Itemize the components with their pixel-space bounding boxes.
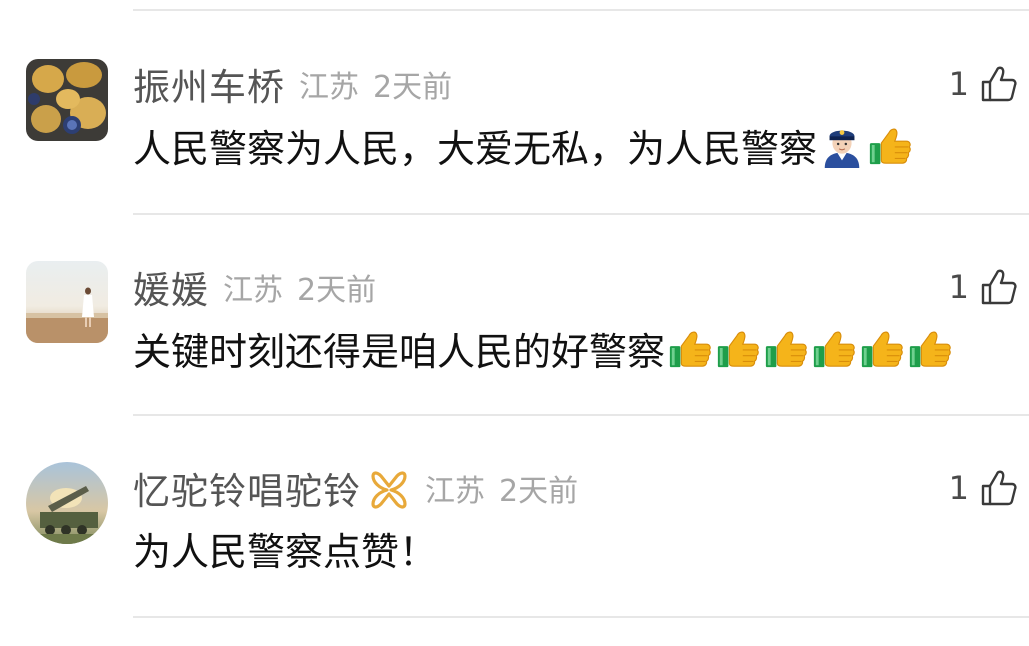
timestamp: 2天前 <box>373 70 453 105</box>
thumbs-up-outline-icon[interactable] <box>979 468 1019 508</box>
thumbs-up-emoji-icon <box>667 325 713 371</box>
location-label: 江苏 <box>223 273 283 308</box>
thumbs-up-emoji-icon <box>763 325 809 371</box>
username[interactable]: 忆驼铃唱驼铃 <box>133 461 361 515</box>
location-label: 江苏 <box>299 70 359 105</box>
thumbs-up-emoji-icon <box>907 325 953 371</box>
like-button[interactable]: 1 <box>949 464 1019 512</box>
comment-meta: 忆驼铃唱驼铃 江苏 2天前 <box>133 461 579 515</box>
like-count: 1 <box>948 65 969 103</box>
comment-list: 振州车桥 江苏 2天前 1 人民警察为人民，大爱无私，为人民警察 媛媛 江苏 2… <box>0 0 1029 646</box>
avatar[interactable] <box>26 261 108 343</box>
thumbs-up-outline-icon[interactable] <box>979 64 1019 104</box>
username[interactable]: 振州车桥 <box>133 57 285 111</box>
like-count: 1 <box>948 268 969 306</box>
comment-meta: 媛媛 江苏 2天前 <box>133 260 377 314</box>
thumbs-up-emoji-icon <box>811 325 857 371</box>
police-officer-emoji-icon <box>819 122 865 168</box>
comment-item: 媛媛 江苏 2天前 1 关键时刻还得是咱人民的好警察 <box>0 200 1029 400</box>
avatar[interactable] <box>26 59 108 141</box>
comment-text-row: 人民警察为人民，大爱无私，为人民警察 <box>133 117 913 173</box>
thumbs-up-emoji-icon <box>859 325 905 371</box>
comment-meta: 振州车桥 江苏 2天前 <box>133 57 453 111</box>
like-button[interactable]: 1 <box>949 60 1019 108</box>
location-label: 江苏 <box>425 474 485 509</box>
comment-text: 关键时刻还得是咱人民的好警察 <box>133 329 666 374</box>
divider <box>133 616 1029 618</box>
like-count: 1 <box>948 469 969 507</box>
username[interactable]: 媛媛 <box>133 260 209 314</box>
comment-item: 振州车桥 江苏 2天前 1 人民警察为人民，大爱无私，为人民警察 <box>0 0 1029 200</box>
comment-text: 人民警察为人民，大爱无私，为人民警察 <box>133 126 818 171</box>
gold-ribbon-badge-icon <box>367 466 411 510</box>
thumbs-up-emoji-icon <box>715 325 761 371</box>
thumbs-up-emoji-icon <box>867 122 913 168</box>
comment-item: 忆驼铃唱驼铃 江苏 2天前 1 为人民警察点赞！ <box>0 400 1029 600</box>
avatar[interactable] <box>26 462 108 544</box>
comment-text-row: 关键时刻还得是咱人民的好警察 <box>133 320 953 376</box>
like-button[interactable]: 1 <box>949 263 1019 311</box>
timestamp: 2天前 <box>499 474 579 509</box>
comment-text-row: 为人民警察点赞！ <box>133 520 437 576</box>
comment-text: 为人民警察点赞！ <box>133 529 438 574</box>
thumbs-up-outline-icon[interactable] <box>979 267 1019 307</box>
timestamp: 2天前 <box>297 273 377 308</box>
